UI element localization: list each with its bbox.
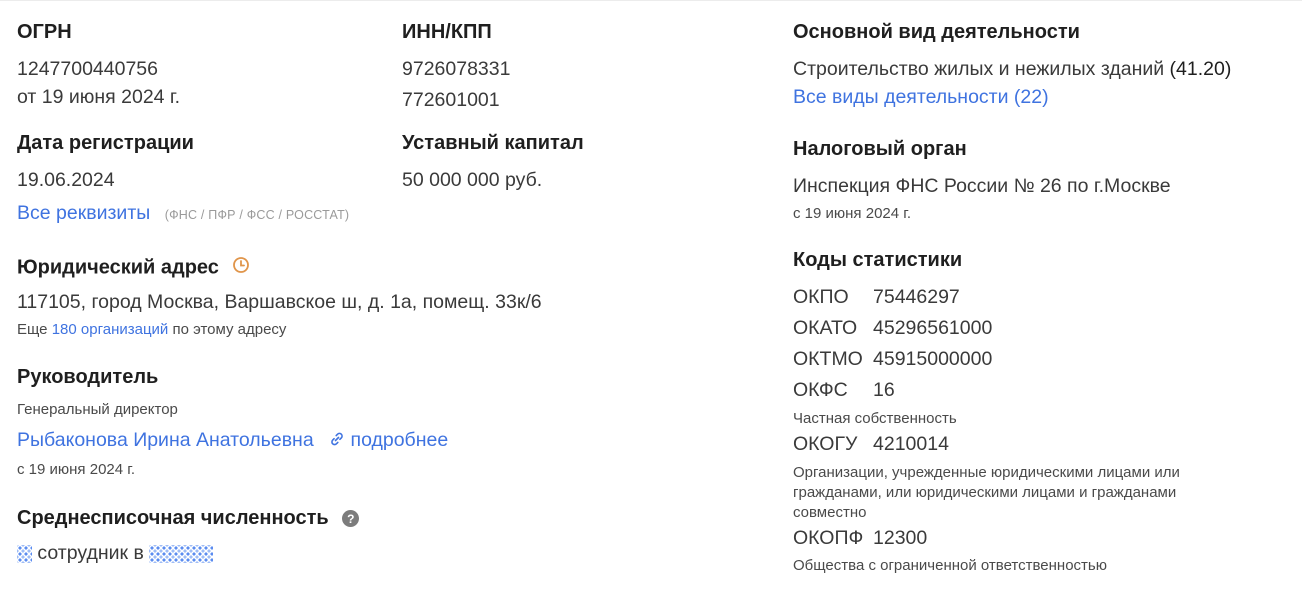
stat-code-oktmo: ОКТМО 45915000000 [793, 348, 992, 371]
address-more-suffix: по этому адресу [172, 321, 287, 338]
director-heading: Руководитель [17, 366, 159, 388]
hidden-count-blur[interactable] [17, 544, 32, 563]
requisites-note: (ФНС / ПФР / ФСС / РОССТАТ) [164, 208, 350, 222]
activity-value: Строительство жилых и нежилых зданий [793, 58, 1165, 80]
question-icon[interactable]: ? [342, 510, 360, 528]
reg-date-heading: Дата регистрации [17, 132, 194, 154]
stat-code-okopf: ОКОПФ 12300 [793, 527, 927, 550]
ogrn-value: 1247700440756 [17, 58, 158, 80]
kpp-value: 772601001 [402, 89, 500, 111]
stat-code-okogu-desc: Организации, учрежденные юридическими ли… [793, 464, 1180, 521]
top-divider [0, 0, 1302, 1]
stat-code-value: 75446297 [873, 286, 960, 308]
stat-code-okato: ОКАТО 45296561000 [793, 317, 992, 340]
tax-since: с 19 июня 2024 г. [793, 205, 912, 222]
stat-code-value: 45296561000 [873, 317, 993, 339]
requisites-row: Все реквизиты (ФНС / ПФР / ФСС / РОССТАТ… [17, 202, 349, 225]
tax-heading: Налоговый орган [793, 138, 967, 160]
activity-heading: Основной вид деятельности [793, 21, 1080, 43]
stat-code-value: 4210014 [873, 433, 949, 455]
inn-kpp-heading: ИНН/КПП [402, 21, 492, 43]
stat-code-okfs-desc: Частная собственность [793, 410, 957, 427]
director-row: Рыбаконова Ирина Анатольевна подробнее [17, 429, 448, 452]
stat-code-value: 12300 [873, 527, 928, 549]
capital-heading: Уставный капитал [402, 132, 584, 154]
stat-code-value: 45915000000 [873, 348, 993, 370]
address-more: Еще 180 организаций по этому адресу [17, 321, 286, 338]
headcount-text: сотрудник в [37, 542, 144, 564]
stat-code-name: ОКПО [793, 286, 849, 308]
tax-value: Инспекция ФНС России № 26 по г.Москве [793, 175, 1171, 197]
hidden-year-blur[interactable] [149, 544, 214, 563]
stat-code-okpo: ОКПО 75446297 [793, 286, 960, 309]
stats-heading: Коды статистики [793, 249, 963, 271]
organizations-at-address-link[interactable]: 180 организаций [52, 321, 169, 338]
stat-code-name: ОКОГУ [793, 433, 858, 455]
all-requisites-link[interactable]: Все реквизиты [17, 202, 150, 224]
stat-code-name: ОКФС [793, 379, 848, 401]
headcount-label: Среднесписочная численность [17, 507, 329, 529]
headcount-heading: Среднесписочная численность ? [17, 507, 360, 530]
director-position: Генеральный директор [17, 401, 178, 418]
stat-code-value: 16 [873, 379, 895, 401]
all-activities-link[interactable]: Все виды деятельности (22) [793, 86, 1049, 109]
stat-code-name: ОКАТО [793, 317, 858, 339]
director-since: с 19 июня 2024 г. [17, 461, 136, 478]
stat-code-okopf-desc: Общества с ограниченной ответственностью [793, 557, 1107, 574]
activity-row: Строительство жилых и нежилых зданий (41… [793, 58, 1231, 81]
headcount-row: сотрудник в [17, 542, 214, 565]
address-more-prefix: Еще [17, 321, 48, 338]
inn-value: 9726078331 [402, 58, 511, 80]
director-details-link[interactable]: подробнее [329, 429, 448, 451]
activity-code: (41.20) [1169, 58, 1232, 80]
capital-value: 50 000 000 руб. [402, 169, 543, 191]
director-details-label: подробнее [350, 429, 449, 451]
link-icon [331, 432, 343, 446]
stat-code-okogu: ОКОГУ 4210014 [793, 433, 949, 456]
stat-code-name: ОКОПФ [793, 527, 864, 549]
reg-date-value: 19.06.2024 [17, 169, 115, 191]
address-label: Юридический адрес [17, 256, 219, 279]
stat-code-okfs: ОКФС 16 [793, 379, 895, 402]
director-name-link[interactable]: Рыбаконова Ирина Анатольевна [17, 429, 314, 451]
clock-icon[interactable] [232, 256, 250, 280]
stat-code-name: ОКТМО [793, 348, 863, 370]
address-value: 117105, город Москва, Варшавское ш, д. 1… [17, 291, 542, 313]
address-heading: Юридический адрес [17, 256, 250, 280]
ogrn-heading: ОГРН [17, 21, 72, 43]
ogrn-date: от 19 июня 2024 г. [17, 86, 181, 108]
